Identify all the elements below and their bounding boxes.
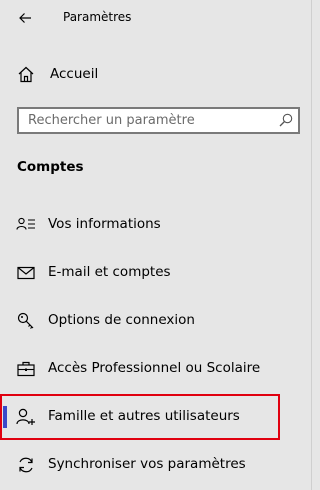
sidebar-item-label: Famille et autres utilisateurs xyxy=(48,408,240,424)
sidebar-item-work-school[interactable]: Accès Professionnel ou Scolaire xyxy=(0,349,312,389)
key-icon xyxy=(16,312,36,330)
section-title: Comptes xyxy=(17,159,84,175)
nav-home-label: Accueil xyxy=(50,66,99,82)
window-title: Paramètres xyxy=(63,10,132,24)
sidebar-item-sync-settings[interactable]: Synchroniser vos paramètres xyxy=(0,445,312,485)
sidebar-item-label: Vos informations xyxy=(48,216,161,232)
mail-icon xyxy=(16,264,36,282)
window-edge xyxy=(311,0,312,490)
back-button[interactable] xyxy=(12,6,38,30)
sidebar-item-label: E-mail et comptes xyxy=(48,264,171,280)
sidebar-item-email-accounts[interactable]: E-mail et comptes xyxy=(0,253,312,293)
sidebar-item-label: Options de connexion xyxy=(48,312,195,328)
briefcase-icon xyxy=(16,360,36,378)
person-details-icon xyxy=(16,216,36,234)
sidebar-item-label: Synchroniser vos paramètres xyxy=(48,456,246,472)
sidebar-item-sign-in-options[interactable]: Options de connexion xyxy=(0,301,312,341)
selected-indicator xyxy=(3,406,7,428)
home-icon xyxy=(16,64,36,84)
sidebar-item-your-info[interactable]: Vos informations xyxy=(0,205,312,245)
back-arrow-icon xyxy=(19,13,31,23)
nav-home[interactable]: Accueil xyxy=(0,58,312,90)
sidebar-item-family-users[interactable]: Famille et autres utilisateurs xyxy=(0,397,312,437)
search-input[interactable] xyxy=(19,109,269,132)
title-bar: Paramètres xyxy=(0,0,312,36)
sidebar-item-label: Accès Professionnel ou Scolaire xyxy=(48,360,261,376)
search-box[interactable] xyxy=(17,107,300,134)
search-icon[interactable] xyxy=(278,112,294,128)
add-person-icon xyxy=(16,408,36,426)
sync-icon xyxy=(16,456,36,474)
